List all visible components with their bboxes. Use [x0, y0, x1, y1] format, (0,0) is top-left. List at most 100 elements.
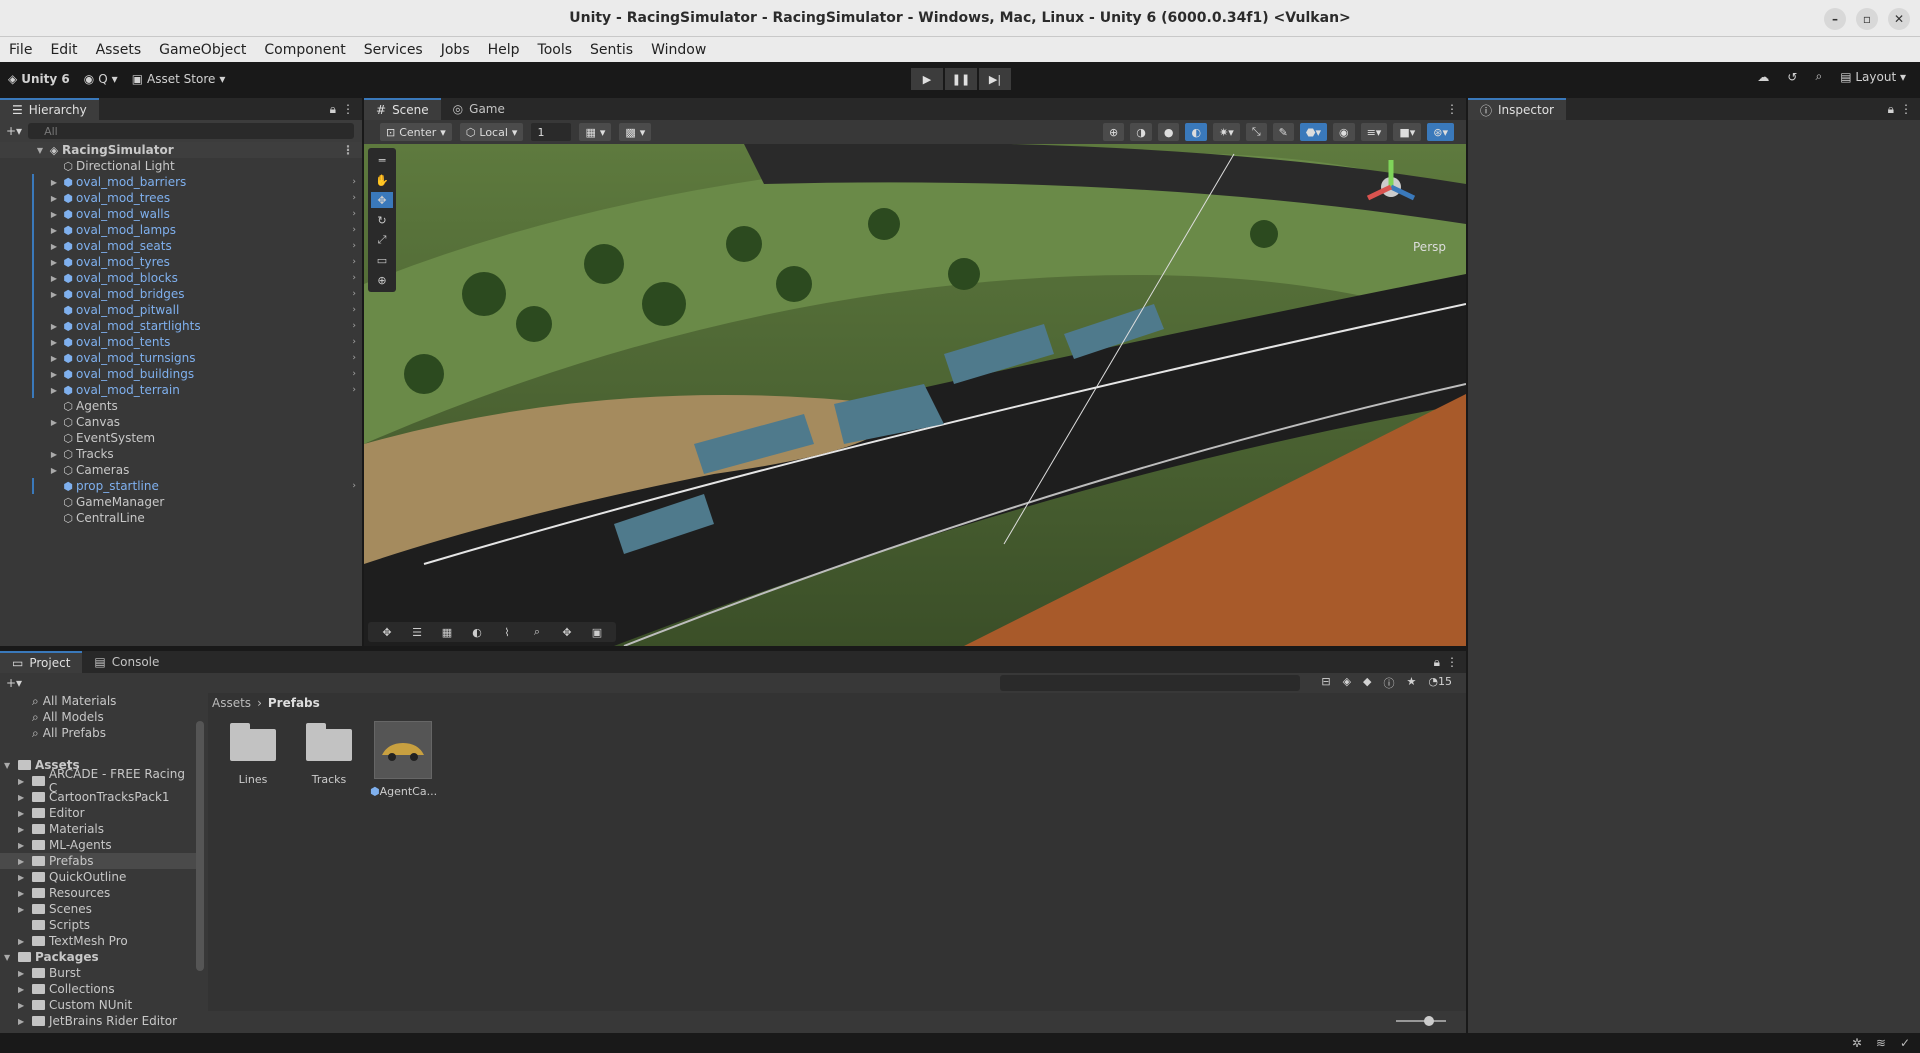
- transform-tool-icon[interactable]: ⊕: [371, 272, 393, 288]
- orientation-gizmo-icon[interactable]: [1356, 152, 1426, 222]
- menu-services[interactable]: Services: [355, 42, 432, 58]
- zoom-icon[interactable]: ⌕: [524, 624, 550, 640]
- project-search-input[interactable]: [1000, 675, 1300, 691]
- expand-arrow-icon[interactable]: ▶: [48, 194, 60, 203]
- add-button[interactable]: +▾: [6, 124, 22, 138]
- scene-viewport[interactable]: ═ ✋ ✥ ↻ ⤢ ▭ ⊕ Persp ✥ ☰ ▦ ◐ ⌇ ⌕ ✥ ▣: [364, 144, 1466, 646]
- list-item[interactable]: ▶ Prefabs: [0, 853, 196, 869]
- drag-handle-icon[interactable]: ═: [371, 152, 393, 168]
- list-item[interactable]: ⌕ All Materials: [0, 693, 196, 709]
- expand-arrow-icon[interactable]: ▶: [18, 1001, 28, 1010]
- list-item[interactable]: ▶ ⬢ oval_mod_bridges ›: [0, 286, 362, 302]
- debug-icon[interactable]: ✲: [1852, 1036, 1862, 1050]
- expand-arrow-icon[interactable]: ▶: [48, 290, 60, 299]
- expand-arrow-icon[interactable]: ▶: [48, 274, 60, 283]
- unity-account-button[interactable]: ◈ Unity 6: [8, 72, 70, 86]
- list-item[interactable]: ▶ ⬢ oval_mod_tents ›: [0, 334, 362, 350]
- chevron-right-icon[interactable]: ›: [352, 481, 356, 491]
- tab-scene[interactable]: # Scene: [364, 98, 441, 120]
- sphere-icon[interactable]: ◐: [464, 624, 490, 640]
- more-icon[interactable]: ⋮: [1446, 655, 1458, 669]
- align-icon[interactable]: ☰: [404, 624, 430, 640]
- gizmos-icon[interactable]: ⊛▾: [1427, 123, 1454, 141]
- list-item[interactable]: ▶ CartoonTracksPack1: [0, 789, 196, 805]
- chevron-right-icon[interactable]: ›: [352, 193, 356, 203]
- list-item[interactable]: ▶ ⬢ oval_mod_turnsigns ›: [0, 350, 362, 366]
- rect-tool-icon[interactable]: ▭: [371, 252, 393, 268]
- move-icon[interactable]: ✥: [374, 624, 400, 640]
- camera-icon[interactable]: ■▾: [1393, 123, 1422, 141]
- expand-arrow-icon[interactable]: ▶: [18, 889, 28, 898]
- layout-dropdown[interactable]: ▤ Layout ▾: [1840, 70, 1906, 84]
- pause-button[interactable]: ❚❚: [945, 68, 977, 90]
- account-dropdown[interactable]: ◉ Q ▾: [84, 72, 118, 86]
- expand-arrow-icon[interactable]: ▶: [18, 985, 28, 994]
- cloud-icon[interactable]: ☁: [1757, 70, 1769, 84]
- label-icon[interactable]: ◆: [1363, 675, 1371, 691]
- expand-arrow-icon[interactable]: ▶: [48, 354, 60, 363]
- more-icon[interactable]: ⋮: [342, 143, 354, 157]
- visibility-icon[interactable]: ◉: [1332, 123, 1355, 141]
- list-item[interactable]: ▶ TextMesh Pro: [0, 933, 196, 949]
- expand-arrow-icon[interactable]: ▶: [18, 857, 28, 866]
- list-item[interactable]: ▶ ⬢ oval_mod_tyres ›: [0, 254, 362, 270]
- filter-type-icon[interactable]: ◈: [1343, 675, 1351, 691]
- list-item[interactable]: ▶ ⬢ oval_mod_startlights ›: [0, 318, 362, 334]
- menu-edit[interactable]: Edit: [41, 42, 86, 58]
- rotate-tool-icon[interactable]: ↻: [371, 212, 393, 228]
- tab-hierarchy[interactable]: ☰ Hierarchy: [0, 98, 99, 120]
- list-item[interactable]: ▶ ⬢ oval_mod_walls ›: [0, 206, 362, 222]
- close-button[interactable]: ✕: [1888, 8, 1910, 30]
- expand-arrow-icon[interactable]: ▶: [18, 937, 28, 946]
- list-item[interactable]: ⬡ Agents: [0, 398, 362, 414]
- list-item[interactable]: ▶ ⬢ oval_mod_lamps ›: [0, 222, 362, 238]
- expand-arrow-icon[interactable]: ▶: [18, 793, 28, 802]
- hidden-count[interactable]: ◔15: [1428, 675, 1452, 691]
- zoom-slider-knob[interactable]: [1424, 1016, 1434, 1026]
- grid-overlay-icon[interactable]: ▦: [434, 624, 460, 640]
- tab-game[interactable]: ◎ Game: [441, 98, 517, 120]
- tab-inspector[interactable]: ⓘ Inspector: [1468, 98, 1566, 120]
- list-item[interactable]: ▶ ⬡ Tracks: [0, 446, 362, 462]
- chevron-right-icon[interactable]: ›: [352, 385, 356, 395]
- list-item[interactable]: ▶ Editor: [0, 805, 196, 821]
- list-item[interactable]: ▶ ARCADE - FREE Racing C: [0, 767, 196, 795]
- breadcrumb-assets[interactable]: Assets: [212, 696, 251, 710]
- more-icon[interactable]: ⋮: [342, 102, 354, 116]
- menu-gameobject[interactable]: GameObject: [150, 42, 255, 58]
- list-item[interactable]: ▶ ⬡ Cameras: [0, 462, 362, 478]
- expand-arrow-icon[interactable]: ▶: [48, 210, 60, 219]
- grid-snap-button[interactable]: ▦ ▾: [579, 123, 612, 141]
- list-item[interactable]: ⬡ Directional Light: [0, 158, 362, 174]
- wireframe-icon[interactable]: ⊕: [1103, 123, 1125, 141]
- project-tree-scrollbar[interactable]: [196, 721, 204, 971]
- asset-tile[interactable]: Lines: [220, 721, 286, 786]
- list-item[interactable]: ⬢ prop_startline ›: [0, 478, 362, 494]
- lock-icon[interactable]: 🔒︎: [1434, 655, 1440, 670]
- asset-tile[interactable]: ⬢AgentCa...: [370, 721, 437, 798]
- chevron-right-icon[interactable]: ›: [352, 241, 356, 251]
- increment-snap-button[interactable]: ▩ ▾: [619, 123, 652, 141]
- warning-icon[interactable]: ⓘ: [1384, 675, 1395, 691]
- layers-icon[interactable]: ≡▾: [1360, 123, 1388, 141]
- chevron-right-icon[interactable]: ›: [352, 209, 356, 219]
- menu-jobs[interactable]: Jobs: [432, 42, 479, 58]
- list-item[interactable]: ▼ Packages: [0, 949, 196, 965]
- menu-component[interactable]: Component: [255, 42, 354, 58]
- network-icon[interactable]: ≋: [1876, 1036, 1886, 1050]
- search-icon[interactable]: ⌕: [1815, 69, 1822, 84]
- list-item[interactable]: ⬡ GameManager: [0, 494, 362, 510]
- list-item[interactable]: ⬢ oval_mod_pitwall ›: [0, 302, 362, 318]
- more-icon[interactable]: ⋮: [1900, 102, 1912, 116]
- space-dropdown[interactable]: ⬡ Local ▾: [459, 123, 524, 141]
- step-button[interactable]: ▶|: [979, 68, 1011, 90]
- list-item[interactable]: ▶ ⬢ oval_mod_barriers ›: [0, 174, 362, 190]
- history-icon[interactable]: ↺: [1787, 70, 1797, 84]
- expand-arrow-icon[interactable]: ▶: [18, 873, 28, 882]
- list-item[interactable]: ▶ ⬢ oval_mod_seats ›: [0, 238, 362, 254]
- chevron-right-icon[interactable]: ›: [352, 289, 356, 299]
- chevron-right-icon[interactable]: ›: [352, 273, 356, 283]
- list-item[interactable]: ▶ Scenes: [0, 901, 196, 917]
- expand-arrow-icon[interactable]: ▶: [48, 178, 60, 187]
- search-filter-icon[interactable]: ⊟: [1321, 675, 1330, 691]
